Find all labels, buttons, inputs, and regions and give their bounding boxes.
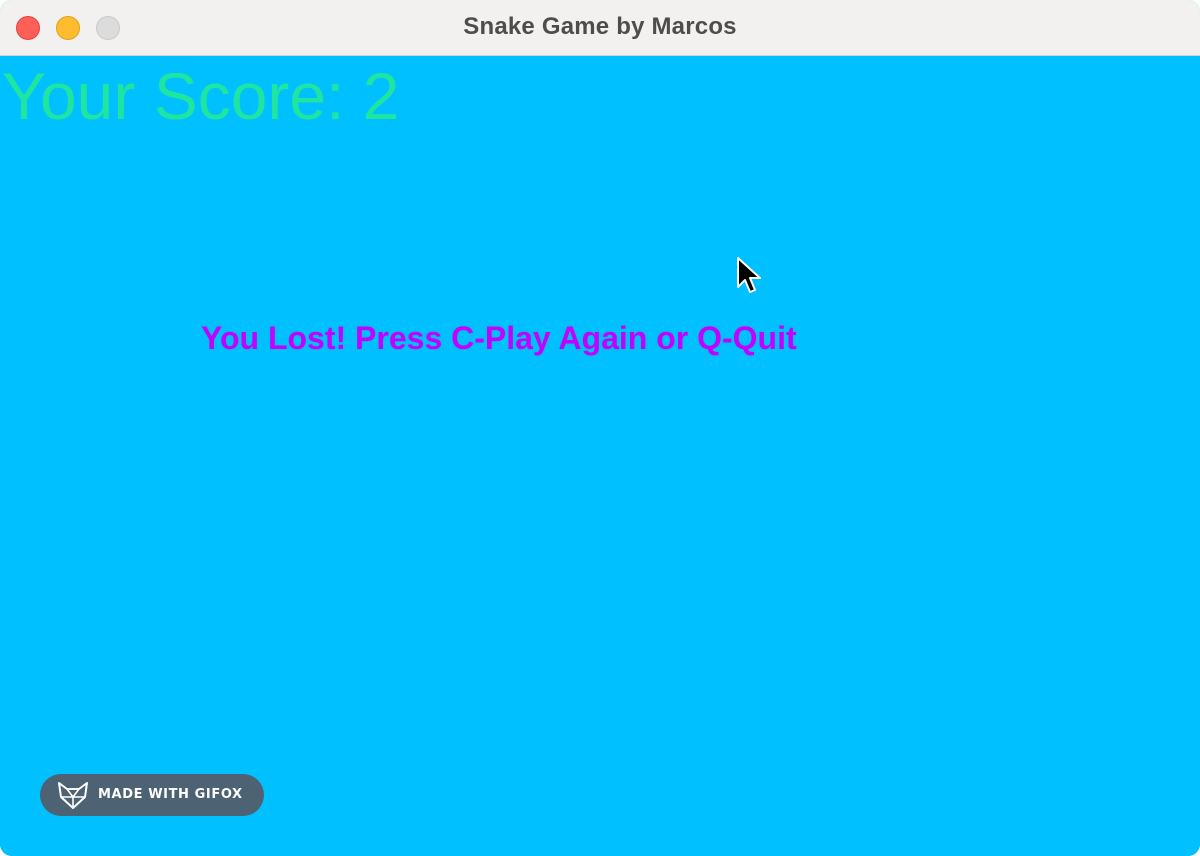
game-over-message: You Lost! Press C-Play Again or Q-Quit bbox=[201, 320, 797, 356]
watermark-label: MADE WITH GIFOX bbox=[98, 787, 243, 802]
score-display: Your Score: 2 bbox=[2, 59, 400, 133]
app-window: Snake Game by Marcos Your Score: 2 You L… bbox=[0, 0, 1200, 856]
mouse-cursor-icon bbox=[737, 257, 761, 293]
window-title: Snake Game by Marcos bbox=[463, 13, 737, 40]
title-bar[interactable]: Snake Game by Marcos bbox=[0, 0, 1200, 56]
fox-icon bbox=[58, 782, 88, 809]
game-canvas[interactable]: Your Score: 2 You Lost! Press C-Play Aga… bbox=[0, 56, 1200, 856]
gifox-watermark-badge: MADE WITH GIFOX bbox=[40, 774, 264, 816]
